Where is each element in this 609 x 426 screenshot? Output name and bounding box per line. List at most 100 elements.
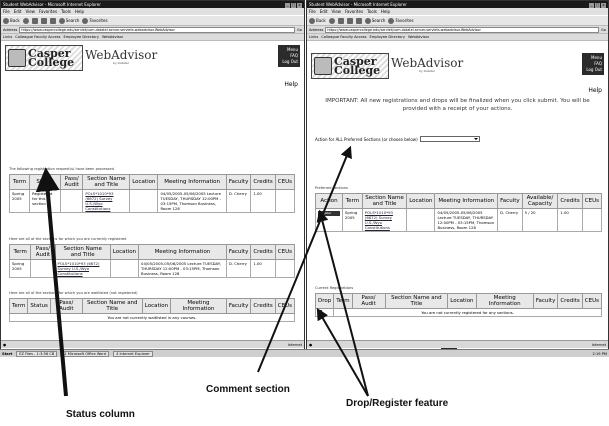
back-button[interactable]: Back: [3, 17, 20, 24]
taskbar-item-ie[interactable]: 4 Internet Explorer: [113, 350, 153, 357]
taskbar-item-word[interactable]: 2 Microsoft Office Word: [61, 350, 110, 357]
link-faculty-access[interactable]: Colleague Faculty Access: [15, 35, 60, 39]
action-all-select[interactable]: [419, 136, 480, 142]
home-icon[interactable]: [49, 17, 56, 24]
logout-link[interactable]: Log Out: [584, 67, 602, 73]
action-all-row: Action for ALL Preferred Sections (or ch…: [315, 136, 480, 142]
back-arrow-icon: [3, 17, 9, 24]
title-bar: Student WebAdvisor - Microsoft Internet …: [307, 1, 608, 8]
favorites-button[interactable]: Favorites: [82, 17, 108, 24]
section-link[interactable]: POLS*1010*93 (6672) Survey U.S./Wyo Cons…: [82, 189, 131, 213]
address-input[interactable]: https://www.caspercollege.edu/servlet/co…: [325, 26, 600, 33]
forward-arrow-icon[interactable]: [328, 17, 335, 24]
minimize-button[interactable]: _: [589, 2, 594, 8]
address-label: Address: [309, 27, 324, 32]
help-link[interactable]: Help: [284, 81, 298, 88]
stop-icon[interactable]: [31, 17, 38, 24]
search-icon: [364, 17, 371, 24]
section-link[interactable]: POLS*1010*93 (6672) Survey U.S./Wyo Cons…: [54, 259, 111, 278]
maximize-button[interactable]: □: [595, 2, 600, 8]
forward-arrow-icon[interactable]: [22, 17, 29, 24]
address-label: Address: [3, 27, 18, 32]
window-title: Student WebAdvisor - Microsoft Internet …: [3, 2, 101, 7]
address-bar: Address https://www.caspercollege.edu/se…: [307, 25, 608, 33]
start-button[interactable]: Start: [2, 352, 12, 356]
status-cell: Registered for this section: [29, 189, 61, 213]
credits-input[interactable]: 1.00: [557, 208, 583, 232]
logout-link[interactable]: Log Out: [280, 59, 298, 65]
menu-help[interactable]: Help: [75, 9, 84, 14]
register-action-select[interactable]: Register: [318, 211, 340, 216]
search-button[interactable]: Search: [364, 17, 385, 24]
go-button[interactable]: Go: [601, 28, 606, 32]
waitlist-heading: Here are all of the sections for which y…: [9, 291, 138, 295]
preferred-heading: Preferred Sections: [315, 186, 348, 190]
col-pass-audit: Pass/ Audit: [59, 174, 84, 190]
col-meeting: Meeting Information: [157, 174, 227, 190]
col-section: Section Name and Title: [82, 174, 131, 190]
col-status: Status: [29, 174, 61, 190]
webadvisor-brand: WebAdvisor: [391, 56, 464, 70]
table-row: Spring 2005 Registered for this section …: [8, 189, 296, 213]
refresh-icon[interactable]: [346, 17, 353, 24]
minimize-button[interactable]: _: [285, 2, 290, 8]
taskbar-item-ez-files[interactable]: EZ Files - 1:3:56 CB: [16, 350, 58, 357]
address-input[interactable]: https://www.caspercollege.edu/servlet/co…: [19, 26, 296, 33]
col-credits: Credits: [250, 174, 276, 190]
star-icon: [82, 17, 89, 24]
menu-favorites[interactable]: Favorites: [39, 9, 57, 14]
toolbar: Back Search Favorites: [1, 15, 304, 25]
menu-tools[interactable]: Tools: [367, 9, 377, 14]
links-label: Links: [3, 35, 13, 39]
help-link[interactable]: Help: [588, 87, 602, 94]
link-employee-directory[interactable]: Employee Directory: [63, 35, 99, 39]
comment-section-callout: Comment section: [206, 384, 290, 395]
section-link[interactable]: POLS*1010*93 (6672) Survey U.S./Wyo Cons…: [361, 208, 408, 232]
menu-edit[interactable]: Edit: [14, 9, 22, 14]
close-button[interactable]: x: [601, 2, 606, 8]
table-row: Register Spring 2005 POLS*1010*93 (6672)…: [315, 208, 603, 232]
link-faculty-access[interactable]: Colleague Faculty Access: [321, 35, 366, 39]
menu-favorites[interactable]: Favorites: [345, 9, 363, 14]
page-status-icon: ●: [3, 342, 7, 347]
nav-menu-box: Menu FAQ Log Out: [278, 45, 300, 67]
page-content: Casper College WebAdvisor by Datatel Menu…: [307, 41, 608, 353]
menu-edit[interactable]: Edit: [320, 9, 328, 14]
action-all-label: Action for ALL Preferred Sections (or ch…: [315, 136, 418, 142]
menu-file[interactable]: File: [3, 9, 10, 14]
casper-college-logo[interactable]: Casper College: [311, 53, 389, 79]
maximize-button[interactable]: □: [291, 2, 296, 8]
link-employee-directory[interactable]: Employee Directory: [369, 35, 405, 39]
menu-view[interactable]: View: [331, 9, 341, 14]
link-webadvisor[interactable]: WebAdvisor: [408, 35, 429, 39]
go-button[interactable]: Go: [297, 28, 302, 32]
table-header-row: Action Term Section Name and Title Locat…: [315, 193, 603, 209]
menu-tools[interactable]: Tools: [61, 9, 71, 14]
menu-bar: File Edit View Favorites Tools Help: [307, 8, 608, 15]
left-browser-window: Student WebAdvisor - Microsoft Internet …: [0, 0, 305, 357]
menu-view[interactable]: View: [25, 9, 35, 14]
menu-help[interactable]: Help: [381, 9, 390, 14]
stop-icon[interactable]: [337, 17, 344, 24]
current-registrations-heading: Current Registrations: [315, 286, 354, 290]
close-button[interactable]: x: [297, 2, 302, 8]
home-icon[interactable]: [355, 17, 362, 24]
col-term: Term: [8, 174, 31, 190]
registered-heading: Here are all of the sections for which y…: [9, 237, 127, 241]
refresh-icon[interactable]: [40, 17, 47, 24]
search-button[interactable]: Search: [58, 17, 79, 24]
favorites-button[interactable]: Favorites: [388, 17, 414, 24]
menu-file[interactable]: File: [309, 9, 316, 14]
drop-checkbox[interactable]: [318, 310, 322, 314]
link-webadvisor[interactable]: WebAdvisor: [102, 35, 123, 39]
zone-status: Internet: [591, 342, 606, 347]
back-arrow-icon: [309, 17, 315, 24]
page-status-icon: ●: [309, 342, 313, 347]
table-header-row: Term Pass/ Audit Section Name and Title …: [8, 244, 296, 260]
status-column-callout: Status column: [66, 409, 135, 420]
back-button[interactable]: Back: [309, 17, 326, 24]
zone-status: Internet: [287, 342, 302, 347]
windows-taskbar: Start EZ Files - 1:3:56 CB 2 Microsoft O…: [0, 349, 609, 357]
casper-college-logo[interactable]: Casper College: [5, 45, 83, 71]
table-header-row: Drop Term Pass/ Audit Section Name and T…: [314, 293, 603, 309]
